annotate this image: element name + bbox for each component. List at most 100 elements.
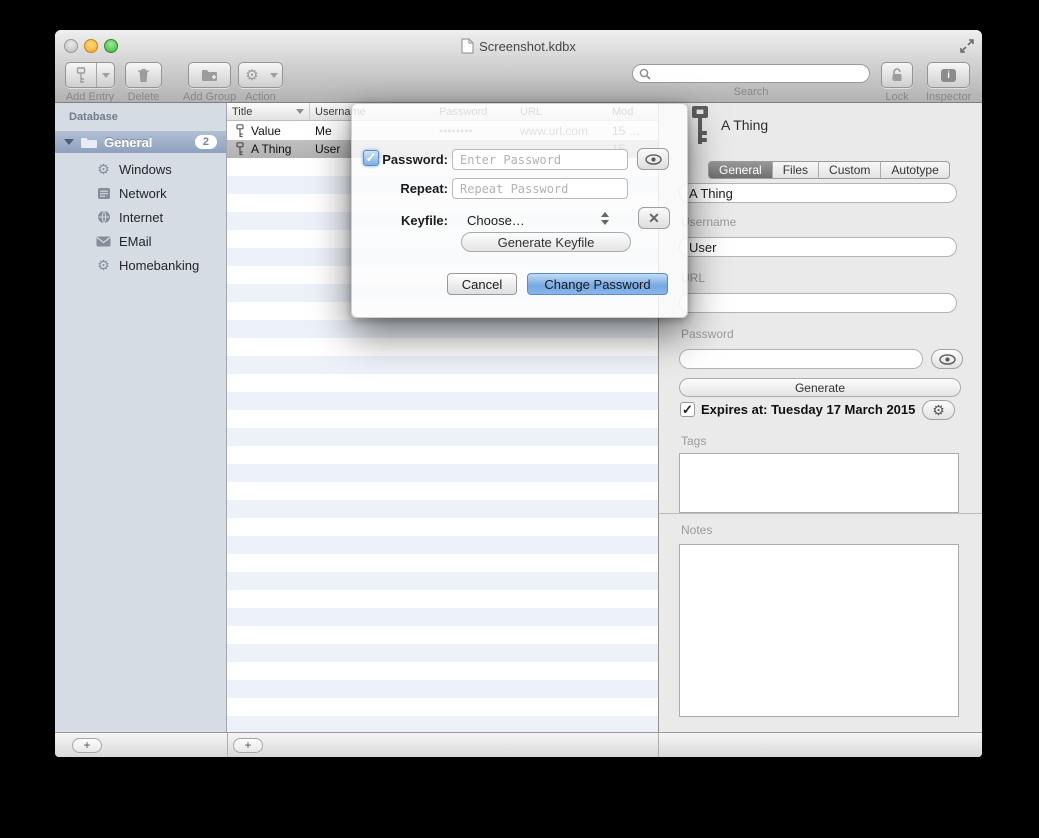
folder-plus-icon	[188, 62, 231, 88]
password-field[interactable]	[679, 349, 923, 369]
envelope-icon	[95, 236, 112, 247]
fullscreen-icon[interactable]	[958, 37, 976, 55]
action-button[interactable]: ⚙ Action	[238, 62, 283, 103]
sidebar-item-label: Internet	[119, 210, 163, 225]
app-window: Screenshot.kdbx Add Entry Delete	[55, 30, 982, 757]
trash-icon	[125, 62, 162, 88]
add-entry-plus-button[interactable]: +	[233, 738, 263, 753]
sidebar-item-label: Windows	[119, 162, 172, 177]
delete-button[interactable]: Delete	[125, 62, 162, 103]
search-area: Search	[632, 64, 870, 98]
password-label: Password	[681, 327, 734, 341]
sidebar-group-badge: 2	[195, 135, 217, 149]
tab-files[interactable]: Files	[773, 162, 819, 178]
toolbar: Screenshot.kdbx Add Entry Delete	[55, 30, 982, 103]
gear-icon: ⚙	[95, 258, 112, 272]
globe-icon	[95, 210, 112, 224]
generate-password-button[interactable]: Generate	[679, 378, 961, 397]
key-icon	[687, 104, 713, 146]
title-field[interactable]	[679, 183, 957, 203]
add-entry-label: Add Entry	[66, 91, 114, 103]
window-title: Screenshot.kdbx	[55, 38, 982, 54]
inspector-panel: A Thing General Files Custom Autotype Us…	[658, 103, 982, 732]
disclosure-triangle-icon[interactable]	[64, 139, 74, 145]
sidebar-item-homebanking[interactable]: ⚙ Homebanking	[55, 254, 226, 276]
show-password-button[interactable]	[931, 349, 963, 369]
sidebar-item-email[interactable]: EMail	[55, 230, 226, 252]
key-icon	[236, 142, 244, 156]
server-icon	[95, 187, 112, 200]
delete-label: Delete	[128, 91, 160, 103]
gear-icon: ⚙	[95, 162, 112, 176]
gear-icon: ⚙	[239, 63, 265, 87]
sidebar-group-label: General	[104, 135, 152, 150]
add-group-plus-button[interactable]: +	[72, 738, 102, 753]
dialog-show-password-button[interactable]	[637, 148, 669, 170]
tags-input[interactable]	[679, 453, 959, 513]
chevron-down-icon	[97, 63, 114, 87]
lock-label: Lock	[885, 91, 908, 103]
inspector-entry-title: A Thing	[721, 117, 768, 133]
sidebar-group-general[interactable]: General 2	[55, 131, 226, 153]
sidebar-item-label: EMail	[119, 234, 152, 249]
unlock-icon	[881, 62, 913, 88]
sidebar: Database General 2 ⚙ Windows Network Int…	[55, 103, 227, 732]
sidebar-item-windows[interactable]: ⚙ Windows	[55, 158, 226, 180]
document-icon	[461, 38, 474, 54]
divider	[658, 733, 659, 757]
search-icon	[639, 68, 651, 80]
stepper-icon[interactable]	[601, 212, 609, 225]
cancel-button[interactable]: Cancel	[447, 273, 517, 295]
inspector-tabs: General Files Custom Autotype	[708, 161, 950, 179]
expires-options-button[interactable]: ⚙	[922, 400, 955, 420]
eye-icon	[645, 154, 662, 165]
expires-checkbox[interactable]: ✓	[680, 402, 695, 417]
add-group-label: Add Group	[183, 91, 236, 103]
tags-label: Tags	[681, 434, 706, 448]
clear-keyfile-button[interactable]: ✕	[638, 207, 670, 229]
column-header-title[interactable]: Title	[227, 103, 310, 120]
notes-input[interactable]	[679, 544, 959, 717]
dialog-repeat-label: Repeat:	[351, 181, 448, 196]
section-divider	[659, 513, 982, 514]
username-label: Username	[681, 215, 736, 229]
tab-custom[interactable]: Custom	[819, 162, 881, 178]
dialog-keyfile-label: Keyfile:	[351, 213, 448, 228]
inspector-button[interactable]: i Inspector	[926, 62, 971, 103]
notes-label: Notes	[681, 523, 712, 537]
dialog-repeat-input[interactable]	[452, 178, 628, 199]
sidebar-item-network[interactable]: Network	[55, 182, 226, 204]
expires-label: Expires at: Tuesday 17 March 2015	[701, 402, 915, 417]
sidebar-section-header: Database	[69, 111, 118, 123]
divider	[227, 733, 228, 757]
change-password-dialog: ✓ Password: Repeat: Keyfile: Choose… ✕ G…	[351, 103, 688, 318]
inspector-label: Inspector	[926, 91, 971, 103]
sidebar-item-label: Homebanking	[119, 258, 199, 273]
add-entry-button[interactable]: Add Entry	[65, 62, 115, 103]
key-icon	[66, 63, 96, 87]
tab-general[interactable]: General	[709, 162, 773, 178]
dialog-password-input[interactable]	[452, 149, 628, 170]
folder-icon	[80, 136, 98, 149]
search-input[interactable]	[655, 67, 863, 81]
username-field[interactable]	[679, 237, 957, 257]
sort-indicator-icon	[296, 109, 304, 114]
sidebar-item-label: Network	[119, 186, 167, 201]
change-password-button[interactable]: Change Password	[527, 273, 668, 295]
eye-icon	[939, 354, 956, 365]
key-icon	[236, 124, 244, 138]
window-title-text: Screenshot.kdbx	[479, 39, 576, 54]
gear-icon: ⚙	[932, 403, 945, 417]
add-group-button[interactable]: Add Group	[183, 62, 236, 103]
close-icon: ✕	[648, 210, 660, 227]
lock-button[interactable]: Lock	[881, 62, 913, 103]
action-label: Action	[245, 91, 276, 103]
dialog-password-label: Password:	[351, 152, 448, 167]
search-label: Search	[734, 86, 769, 98]
tab-autotype[interactable]: Autotype	[881, 162, 948, 178]
sidebar-item-internet[interactable]: Internet	[55, 206, 226, 228]
bottom-bar: + +	[55, 732, 982, 757]
url-field[interactable]	[679, 293, 957, 313]
generate-keyfile-button[interactable]: Generate Keyfile	[461, 232, 631, 252]
keyfile-popup[interactable]: Choose…	[467, 213, 525, 228]
